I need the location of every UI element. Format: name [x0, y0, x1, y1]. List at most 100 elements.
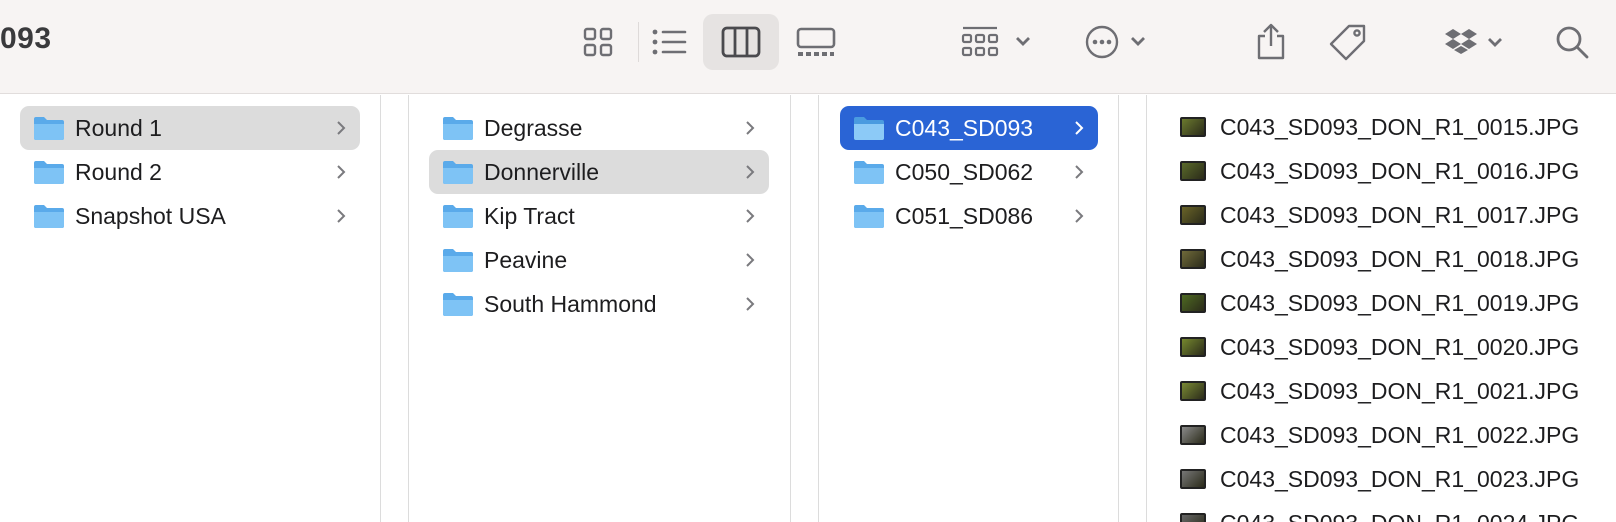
image-thumbnail-icon	[1180, 513, 1206, 522]
column-divider[interactable]	[1118, 95, 1119, 522]
folder-label: Snapshot USA	[75, 202, 226, 229]
folder-icon	[443, 117, 473, 140]
file-name: C043_SD093_DON_R1_0015.JPG	[1220, 113, 1580, 140]
file-name: C043_SD093_DON_R1_0020.JPG	[1220, 333, 1580, 360]
image-thumbnail-icon	[1180, 337, 1206, 357]
folder-label: C043_SD093	[895, 114, 1034, 141]
file-name: C043_SD093_DON_R1_0016.JPG	[1220, 157, 1580, 184]
file-name: C043_SD093_DON_R1_0023.JPG	[1220, 465, 1580, 492]
column-3: C043_SD093 C050_SD062 C051_SD086	[819, 95, 1119, 522]
file-row[interactable]: C043_SD093_DON_R1_0022.JPG	[1180, 413, 1579, 457]
icon-view-button[interactable]	[576, 14, 620, 70]
folder-label: Round 2	[75, 158, 162, 185]
file-row[interactable]: C043_SD093_DON_R1_0021.JPG	[1180, 369, 1579, 413]
image-thumbnail-icon	[1180, 117, 1206, 137]
folder-row-kip-tract[interactable]: Kip Tract	[429, 194, 769, 238]
column-2: Degrasse Donnerville Kip Tract Peavine S…	[409, 95, 789, 522]
folder-row-c043-sd093[interactable]: C043_SD093	[840, 106, 1098, 150]
image-thumbnail-icon	[1180, 469, 1206, 489]
file-name: C043_SD093_DON_R1_0022.JPG	[1220, 421, 1580, 448]
folder-icon	[443, 205, 473, 228]
folder-icon	[443, 161, 473, 184]
folder-row-donnerville[interactable]: Donnerville	[429, 150, 769, 194]
column-view-icon	[721, 26, 761, 58]
chevron-right-icon	[1075, 209, 1084, 223]
file-row[interactable]: C043_SD093_DON_R1_0023.JPG	[1180, 457, 1579, 501]
folder-label: C051_SD086	[895, 202, 1034, 229]
folder-label: Degrasse	[484, 114, 583, 141]
dropbox-button[interactable]	[1443, 14, 1509, 70]
gallery-view-icon	[796, 27, 836, 56]
folder-icon	[854, 161, 884, 184]
column-view-button[interactable]	[703, 14, 779, 70]
file-row[interactable]: C043_SD093_DON_R1_0015.JPG	[1180, 105, 1579, 149]
group-by-button[interactable]	[958, 14, 1038, 70]
window-title: 093	[0, 22, 52, 55]
folder-icon	[34, 205, 64, 228]
image-thumbnail-icon	[1180, 205, 1206, 225]
column-divider[interactable]	[790, 95, 791, 522]
folder-row-degrasse[interactable]: Degrasse	[429, 106, 769, 150]
folder-icon	[34, 117, 64, 140]
group-icon	[961, 26, 1030, 57]
tag-icon	[1329, 24, 1366, 61]
file-row[interactable]: C043_SD093_DON_R1_0016.JPG	[1180, 149, 1579, 193]
icon-view-grid-icon	[583, 27, 613, 57]
chevron-right-icon	[337, 209, 346, 223]
folder-icon	[443, 249, 473, 272]
share-button[interactable]	[1251, 14, 1291, 70]
folder-label: South Hammond	[484, 290, 657, 317]
folder-icon	[443, 293, 473, 316]
file-row[interactable]: C043_SD093_DON_R1_0019.JPG	[1180, 281, 1579, 325]
file-name: C043_SD093_DON_R1_0021.JPG	[1220, 377, 1580, 404]
toolbar: 093	[0, 0, 1616, 94]
more-actions-button[interactable]	[1082, 14, 1152, 70]
folder-row-round-2[interactable]: Round 2	[20, 150, 360, 194]
column-divider[interactable]	[380, 95, 381, 522]
folder-label: Kip Tract	[484, 202, 575, 229]
folder-row-round-1[interactable]: Round 1	[20, 106, 360, 150]
folder-row-c051-sd086[interactable]: C051_SD086	[840, 194, 1098, 238]
toolbar-separator	[638, 22, 639, 62]
dropbox-icon	[1445, 29, 1502, 54]
folder-row-peavine[interactable]: Peavine	[429, 238, 769, 282]
more-icon	[1085, 25, 1145, 59]
chevron-right-icon	[337, 121, 346, 135]
search-icon	[1556, 26, 1589, 59]
search-button[interactable]	[1550, 14, 1594, 70]
gallery-view-button[interactable]	[790, 14, 842, 70]
share-icon	[1257, 23, 1285, 60]
image-thumbnail-icon	[1180, 161, 1206, 181]
image-thumbnail-icon	[1180, 425, 1206, 445]
chevron-right-icon	[746, 165, 755, 179]
file-name: C043_SD093_DON_R1_0018.JPG	[1220, 245, 1580, 272]
folder-label: C050_SD062	[895, 158, 1034, 185]
folder-label: Peavine	[484, 246, 568, 273]
image-thumbnail-icon	[1180, 293, 1206, 313]
list-view-button[interactable]	[644, 14, 694, 70]
folder-row-snapshot-usa[interactable]: Snapshot USA	[20, 194, 360, 238]
file-name: C043_SD093_DON_R1_0017.JPG	[1220, 201, 1580, 228]
chevron-right-icon	[337, 165, 346, 179]
file-row[interactable]: C043_SD093_DON_R1_0017.JPG	[1180, 193, 1579, 237]
tags-button[interactable]	[1325, 14, 1371, 70]
file-name: C043_SD093_DON_R1_0019.JPG	[1220, 289, 1580, 316]
folder-icon	[854, 205, 884, 228]
image-thumbnail-icon	[1180, 381, 1206, 401]
file-row[interactable]: C043_SD093_DON_R1_0018.JPG	[1180, 237, 1579, 281]
chevron-right-icon	[746, 297, 755, 311]
chevron-right-icon	[746, 121, 755, 135]
folder-row-c050-sd062[interactable]: C050_SD062	[840, 150, 1098, 194]
folder-icon	[34, 161, 64, 184]
folder-row-south-hammond[interactable]: South Hammond	[429, 282, 769, 326]
chevron-right-icon	[1075, 165, 1084, 179]
folder-label: Donnerville	[484, 158, 600, 185]
file-row[interactable]: C043_SD093_DON_R1_0024.JPG	[1180, 501, 1579, 522]
folder-label: Round 1	[75, 114, 162, 141]
list-view-icon	[652, 29, 687, 55]
folder-icon	[854, 117, 884, 140]
file-name: C043_SD093_DON_R1_0024.JPG	[1220, 510, 1579, 522]
file-row[interactable]: C043_SD093_DON_R1_0020.JPG	[1180, 325, 1579, 369]
image-thumbnail-icon	[1180, 249, 1206, 269]
chevron-right-icon	[1075, 121, 1084, 135]
